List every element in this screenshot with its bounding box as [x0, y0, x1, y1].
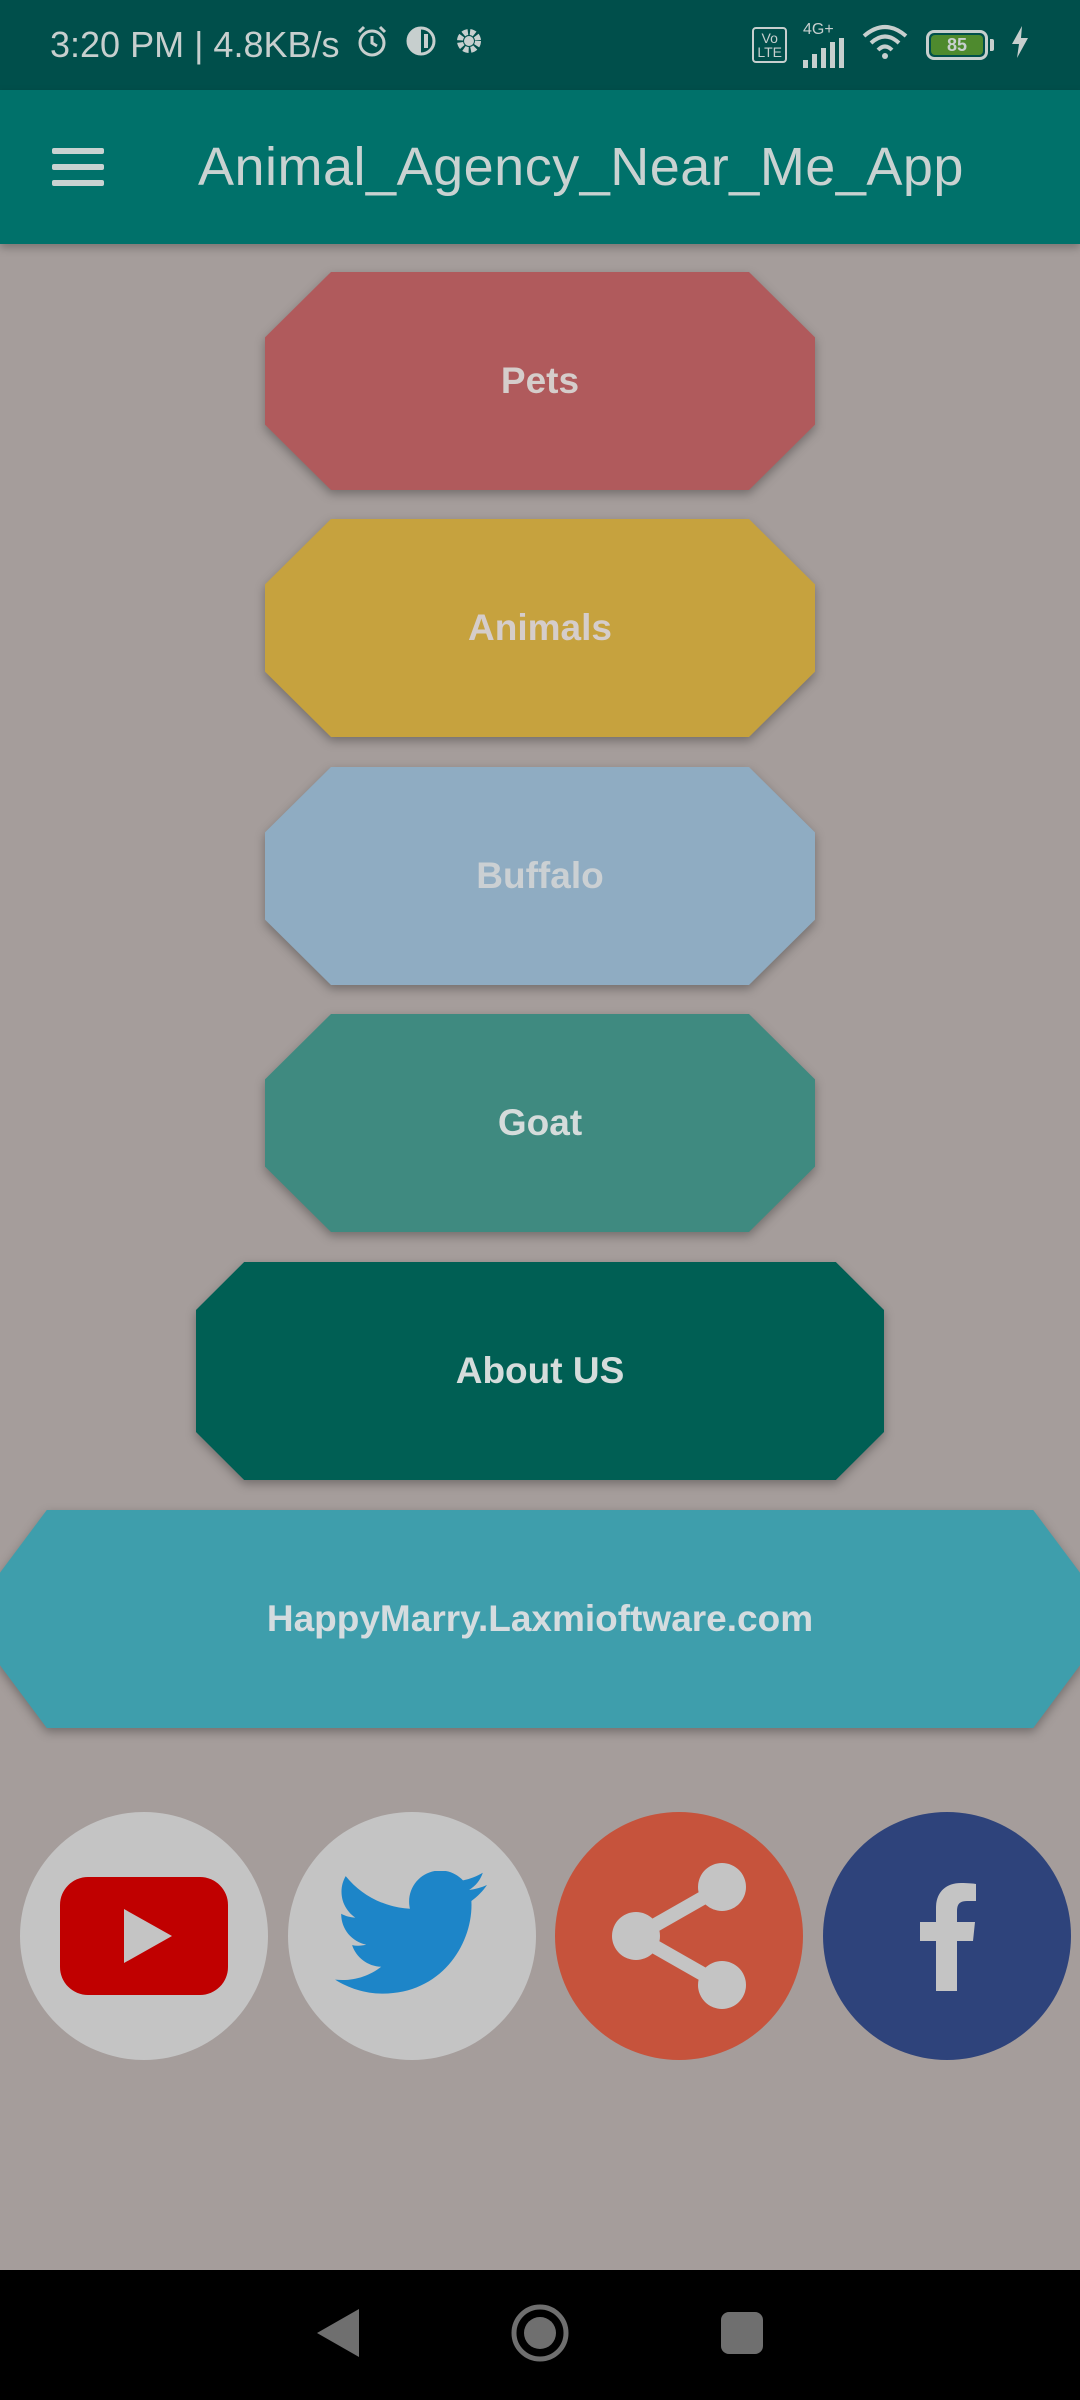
website-link-button[interactable]: HappyMarry.Laxmioftware.com — [0, 1510, 1080, 1728]
buffalo-button[interactable]: Buffalo — [265, 767, 815, 985]
wifi-icon — [860, 24, 910, 67]
status-bar: 3:20 PM | 4.8KB/s Vo LTE 4G+ 85 — [0, 0, 1080, 90]
pets-button[interactable]: Pets — [265, 272, 815, 490]
pets-button-label: Pets — [500, 360, 580, 401]
app-title: Animal_Agency_Near_Me_App — [198, 137, 964, 197]
goat-button[interactable]: Goat — [265, 1014, 815, 1232]
buffalo-button-label: Buffalo — [476, 855, 604, 896]
system-navigation-bar — [0, 2270, 1080, 2400]
twitter-button[interactable] — [288, 1812, 536, 2060]
app-bar: Animal_Agency_Near_Me_App — [0, 90, 1080, 244]
facebook-button[interactable] — [823, 1812, 1071, 2060]
goat-button-label: Goat — [497, 1102, 583, 1143]
status-right: Vo LTE 4G+ 85 — [752, 22, 1030, 68]
about-us-button[interactable]: About US — [196, 1262, 884, 1480]
youtube-button[interactable] — [20, 1812, 268, 2060]
facebook-icon — [920, 1883, 976, 1991]
animals-button-label: Animals — [468, 607, 612, 648]
signal-strength-icon — [803, 38, 844, 68]
home-nav-icon[interactable] — [510, 2303, 570, 2368]
share-icon — [612, 1863, 746, 2009]
settings-gear-icon — [452, 24, 486, 67]
back-nav-icon[interactable] — [315, 2307, 361, 2364]
battery-icon: 85 — [926, 30, 994, 60]
data-saver-icon — [404, 24, 438, 67]
charging-bolt-icon — [1010, 25, 1030, 65]
hamburger-menu-icon[interactable] — [52, 148, 104, 186]
animals-button[interactable]: Animals — [265, 519, 815, 737]
share-button[interactable] — [555, 1812, 803, 2060]
status-left: 3:20 PM | 4.8KB/s — [50, 23, 486, 68]
youtube-icon — [60, 1877, 228, 1995]
volte-badge: Vo LTE — [752, 27, 787, 63]
battery-level: 85 — [931, 35, 983, 55]
about-us-button-label: About US — [455, 1350, 625, 1391]
network-type: 4G+ — [803, 21, 834, 38]
status-time-speed: 3:20 PM | 4.8KB/s — [50, 24, 340, 65]
twitter-icon — [335, 1871, 487, 1994]
recents-nav-icon[interactable] — [719, 2310, 765, 2361]
website-link-label: HappyMarry.Laxmioftware.com — [266, 1598, 814, 1639]
alarm-icon — [354, 23, 390, 68]
